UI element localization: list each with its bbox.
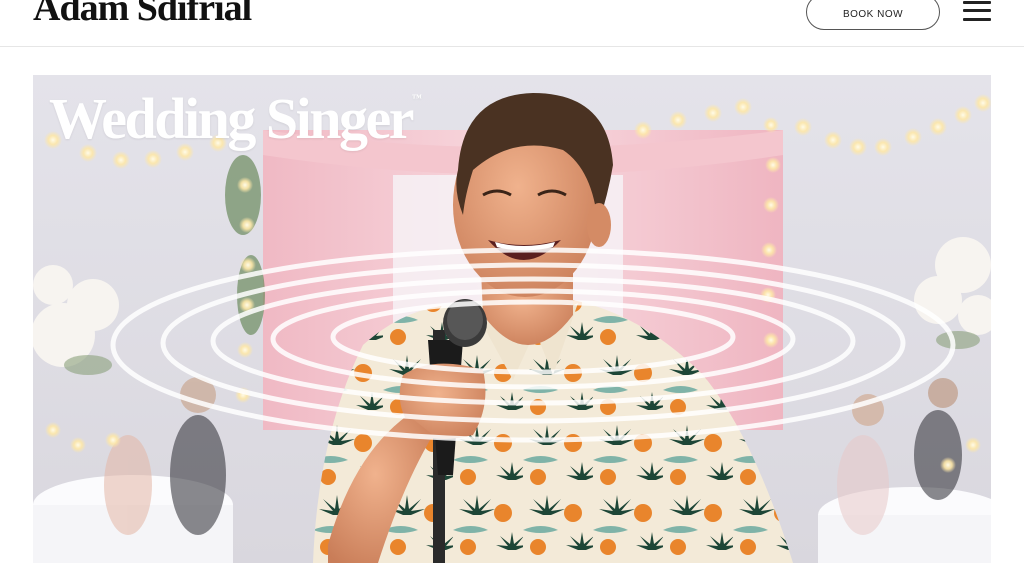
trademark-mark: ™ bbox=[412, 93, 423, 104]
site-header: Adam Sdifrial BOOK NOW bbox=[0, 0, 1024, 47]
hamburger-menu-icon[interactable] bbox=[960, 0, 994, 22]
hero-title: Wedding Singer™ bbox=[49, 86, 423, 151]
hero-banner: Wedding Singer™ bbox=[33, 75, 991, 563]
book-now-button[interactable]: BOOK NOW bbox=[806, 0, 940, 30]
site-logo[interactable]: Adam Sdifrial bbox=[33, 0, 252, 30]
